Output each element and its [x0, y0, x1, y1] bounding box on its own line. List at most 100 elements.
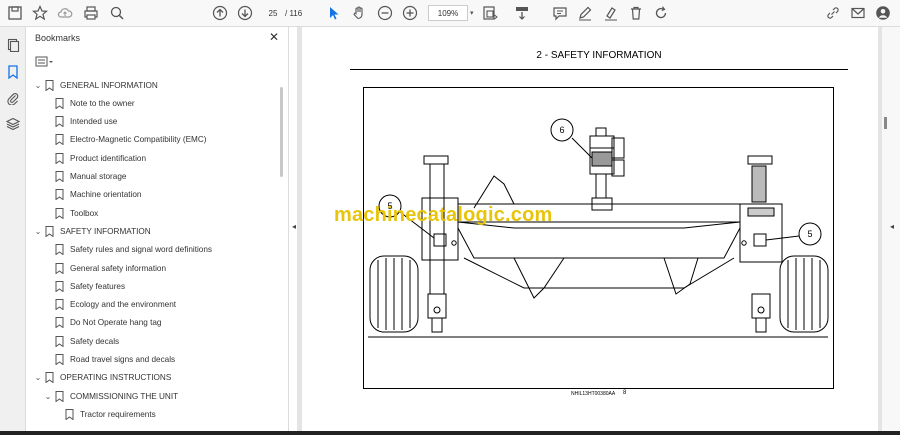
bookmark-icon — [55, 116, 64, 128]
zoom-in-icon[interactable] — [401, 4, 419, 22]
bookmark-item[interactable]: Road travel signs and decals — [53, 352, 175, 368]
layers-icon[interactable] — [4, 115, 22, 133]
page-number-input[interactable]: 25 — [262, 5, 284, 21]
scroll-mode-icon[interactable] — [513, 4, 531, 22]
collapse-panel-icon[interactable]: ◂ — [292, 222, 296, 231]
zoom-level-select[interactable]: 109% — [428, 5, 468, 21]
bookmark-label: Note to the owner — [70, 98, 135, 108]
scroll-thumb[interactable] — [884, 117, 887, 129]
previous-page-icon[interactable] — [211, 4, 229, 22]
bookmark-options-button[interactable] — [35, 55, 55, 69]
bookmark-icon — [55, 354, 64, 365]
bookmark-item[interactable]: Toolbox — [53, 205, 98, 221]
bookmark-label: SAFETY INFORMATION — [60, 226, 151, 236]
bookmark-label: General safety information — [70, 263, 167, 273]
pen-icon[interactable] — [576, 4, 594, 22]
document-scrollbar[interactable] — [882, 27, 900, 435]
bookmark-label: Ecology and the environment — [70, 300, 177, 310]
select-cursor-icon[interactable] — [325, 4, 343, 22]
bookmark-label: Electro-Magnetic Compatibility (EMC) — [70, 135, 207, 145]
bookmark-item[interactable]: ⌄ COMMISSIONING THE UNIT — [43, 388, 178, 404]
email-icon[interactable] — [849, 4, 867, 22]
comment-icon[interactable] — [551, 4, 569, 22]
chevron-down-icon[interactable]: ⌄ — [43, 392, 53, 401]
bookmark-item[interactable]: Safety features — [53, 278, 125, 294]
expand-right-panel-icon[interactable]: ◂ — [890, 222, 894, 231]
star-icon[interactable] — [31, 4, 49, 22]
left-rail — [0, 27, 26, 435]
panel-scrollbar[interactable] — [280, 87, 283, 177]
bookmark-icon — [55, 390, 64, 402]
delete-icon[interactable] — [627, 4, 645, 22]
bookmark-item[interactable]: Safety rules and signal word definitions — [53, 242, 212, 258]
bookmark-item[interactable]: Note to the owner — [53, 95, 135, 111]
bookmark-icon — [55, 171, 64, 182]
bookmark-label: Manual storage — [70, 172, 127, 181]
zoom-dropdown-icon[interactable]: ▾ — [470, 9, 474, 17]
page-heading: 2 - SAFETY INFORMATION — [536, 50, 662, 61]
bookmark-icon — [55, 317, 64, 329]
figure-code: NHIL13HT00380AA — [571, 391, 616, 397]
page-total-label: / 116 — [285, 8, 303, 18]
page-thumbnails-icon[interactable] — [4, 36, 22, 54]
bookmark-label: Machine orientation — [70, 190, 142, 200]
bookmark-icon — [55, 189, 64, 201]
options-menu-icon — [35, 56, 53, 67]
bookmark-item[interactable]: Ecology and the environment — [53, 297, 176, 313]
bookmark-item[interactable]: ⌄ GENERAL INFORMATION — [33, 77, 158, 93]
next-page-icon[interactable] — [236, 4, 254, 22]
bookmark-icon — [55, 299, 64, 311]
bookmark-label: Safety features — [70, 281, 126, 291]
bookmark-icon — [55, 335, 64, 347]
zoom-out-icon[interactable] — [376, 4, 394, 22]
callout-6: 6 — [559, 125, 564, 135]
heading-rule — [350, 69, 848, 70]
bookmark-item[interactable]: General safety information — [53, 260, 166, 276]
bookmark-label: Road travel signs and decals — [70, 355, 176, 364]
hand-tool-icon[interactable] — [350, 4, 368, 22]
bookmark-item[interactable]: Machine orientation — [53, 187, 141, 203]
save-icon[interactable] — [6, 4, 24, 22]
bookmark-item[interactable]: ⌄ SAFETY INFORMATION — [33, 223, 151, 239]
cloud-upload-icon[interactable] — [56, 4, 74, 22]
figure-number: 8 — [623, 390, 627, 396]
page-layout-icon[interactable] — [481, 4, 499, 22]
bookmark-item[interactable]: Tractor requirements — [63, 406, 156, 422]
rotate-icon[interactable] — [652, 4, 670, 22]
link-edit-icon[interactable] — [824, 4, 842, 22]
account-icon[interactable] — [874, 4, 892, 22]
print-icon[interactable] — [82, 4, 100, 22]
zoom-search-icon[interactable] — [108, 4, 126, 22]
chevron-down-icon[interactable]: ⌄ — [33, 81, 43, 90]
bookmark-label: OPERATING INSTRUCTIONS — [60, 373, 172, 383]
bookmark-icon — [55, 262, 64, 274]
bookmark-item[interactable]: ⌄ OPERATING INSTRUCTIONS — [33, 370, 171, 386]
chevron-down-icon[interactable]: ⌄ — [33, 227, 43, 236]
bookmark-item[interactable]: Do Not Operate hang tag — [53, 315, 162, 331]
bookmark-label: Safety rules and signal word definitions — [70, 245, 212, 255]
bookmark-item[interactable]: Product identification — [53, 150, 146, 166]
bookmark-item[interactable]: Manual storage — [53, 169, 126, 185]
machine-figure: 6 5 5 — [363, 87, 834, 389]
bookmarks-panel: Bookmarks ✕ ⌄ GENERAL INFORMATION Note to … — [27, 27, 289, 435]
highlight-icon[interactable] — [602, 4, 620, 22]
bookmark-label: Do Not Operate hang tag — [70, 318, 162, 328]
panel-title: Bookmarks — [35, 33, 81, 43]
bookmark-icon — [55, 207, 64, 219]
chevron-down-icon[interactable]: ⌄ — [33, 373, 43, 382]
watermark-text: machinecatalogic.com — [334, 204, 553, 226]
tractor-rear-diagram: 6 5 5 — [368, 118, 829, 338]
bookmark-label: GENERAL INFORMATION — [60, 80, 158, 90]
bookmarks-icon[interactable] — [4, 63, 22, 81]
bookmark-icon — [55, 280, 64, 292]
bookmark-icon — [45, 79, 54, 91]
attachments-icon[interactable] — [4, 89, 22, 107]
close-icon[interactable]: ✕ — [267, 30, 281, 44]
bookmark-item[interactable]: Intended use — [53, 114, 117, 130]
bookmark-icon — [55, 134, 64, 146]
bookmark-label: Safety decals — [70, 336, 120, 346]
bookmark-item[interactable]: Safety decals — [53, 333, 119, 349]
bookmark-label: Intended use — [70, 117, 118, 127]
bookmark-item[interactable]: Electro-Magnetic Compatibility (EMC) — [53, 132, 207, 148]
bookmark-icon — [65, 408, 74, 420]
